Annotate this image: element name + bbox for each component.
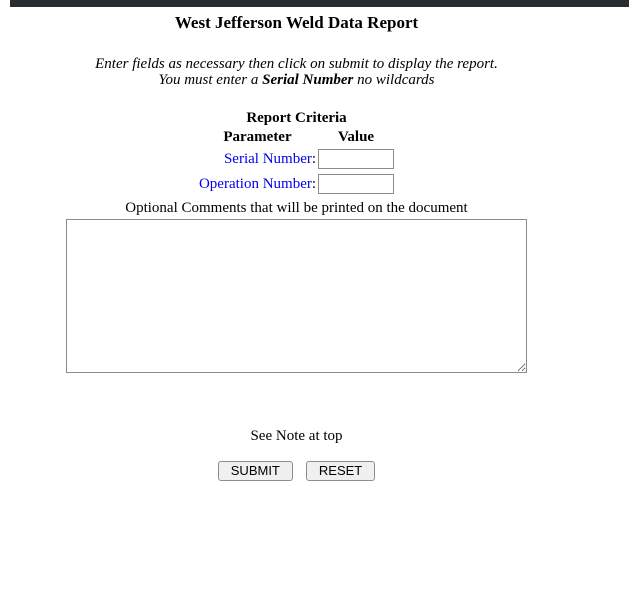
operation-number-input[interactable] <box>318 174 394 194</box>
table-row-operation-number: Operation Number: <box>199 173 394 195</box>
criteria-table: Report Criteria Parameter Value Serial N… <box>197 107 396 198</box>
column-header-parameter: Parameter <box>199 129 316 145</box>
serial-number-colon: : <box>312 151 316 167</box>
column-header-value: Value <box>318 129 394 145</box>
operation-number-link[interactable]: Operation Number <box>199 176 312 192</box>
criteria-heading-row: Report Criteria <box>199 110 394 126</box>
button-row: SUBMIT RESET <box>0 461 593 481</box>
criteria-header-row: Parameter Value <box>199 129 394 145</box>
comments-textarea[interactable] <box>66 219 527 373</box>
instructions: Enter fields as necessary then click on … <box>0 56 593 88</box>
instructions-serial-number-emphasis: Serial Number <box>262 72 353 88</box>
see-note-text: See Note at top <box>0 428 593 444</box>
top-bar <box>10 0 629 7</box>
comments-label: Optional Comments that will be printed o… <box>0 200 593 216</box>
page-title: West Jefferson Weld Data Report <box>0 13 593 32</box>
criteria-heading: Report Criteria <box>199 110 394 126</box>
instructions-line2-suffix: no wildcards <box>353 72 434 88</box>
reset-button[interactable]: RESET <box>306 461 375 481</box>
instructions-line1: Enter fields as necessary then click on … <box>95 56 498 72</box>
submit-button[interactable]: SUBMIT <box>218 461 293 481</box>
serial-number-link[interactable]: Serial Number <box>224 151 312 167</box>
report-form: West Jefferson Weld Data Report Enter fi… <box>0 13 593 481</box>
operation-number-colon: : <box>312 176 316 192</box>
serial-number-input[interactable] <box>318 149 394 169</box>
table-row-serial-number: Serial Number: <box>199 148 394 170</box>
instructions-line2-prefix: You must enter a <box>158 72 262 88</box>
